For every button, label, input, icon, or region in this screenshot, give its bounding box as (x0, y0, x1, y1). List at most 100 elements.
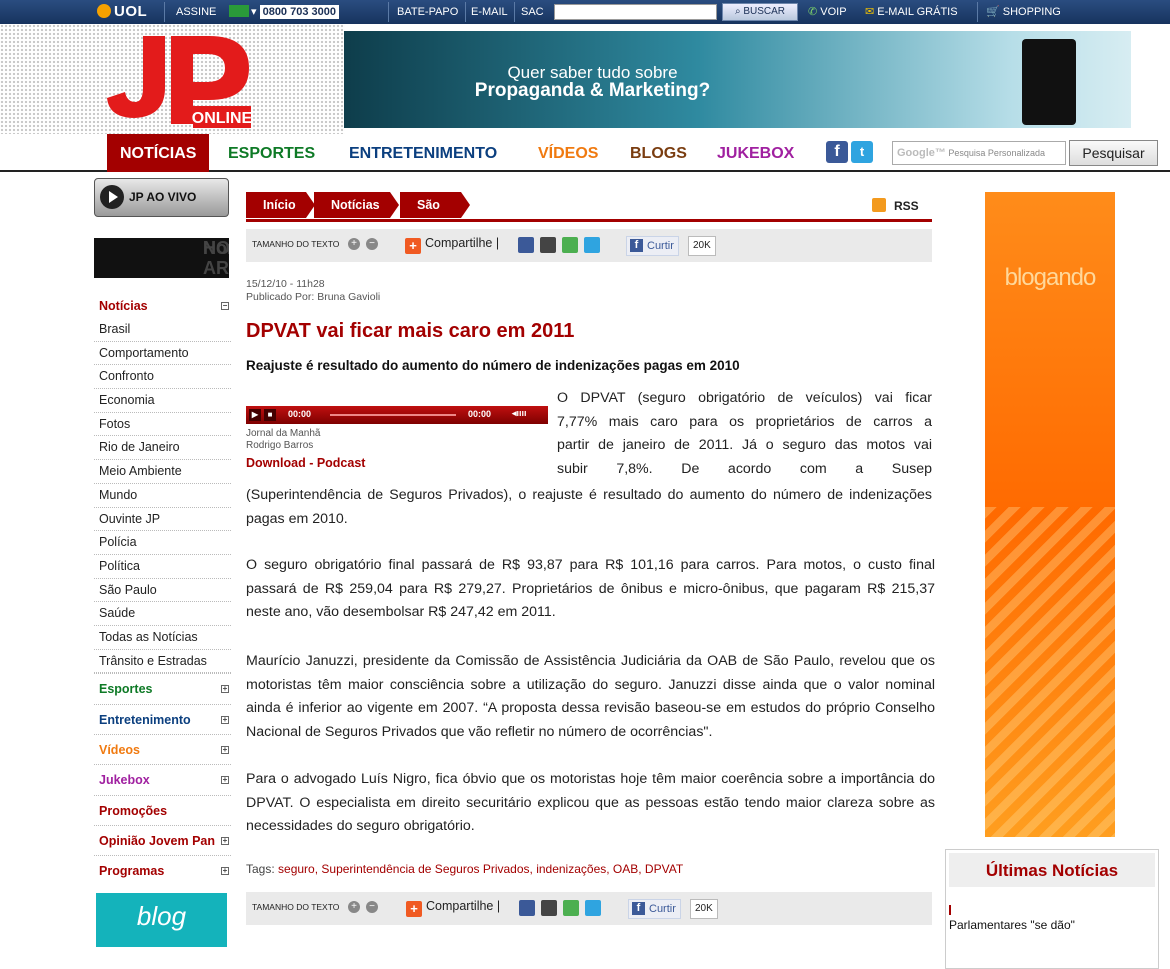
download-podcast-link[interactable]: Download - Podcast (246, 456, 365, 470)
sidebar-item[interactable]: Mundo (94, 484, 231, 508)
separator (977, 2, 978, 22)
pesquisar-button[interactable]: Pesquisar (1069, 140, 1158, 166)
orkut-share-icon[interactable] (562, 237, 578, 253)
tab-noticias[interactable]: NOTÍCIAS (107, 134, 210, 172)
news-item[interactable]: Parlamentares "se dão" (949, 918, 1154, 933)
assine-link[interactable]: ASSINE (176, 0, 216, 24)
decrease-text-icon[interactable]: − (366, 238, 378, 250)
sidebar-item[interactable]: Economia (94, 389, 231, 413)
sidebar-item[interactable]: Comportamento (94, 342, 231, 366)
article-toolbar-top: TAMANHO DO TEXTO + − +Compartilhe | Curt… (246, 229, 932, 262)
sidebar-item[interactable]: Saúde (94, 602, 231, 626)
sidebar-item[interactable]: Brasil (94, 318, 231, 342)
facebook-share-icon[interactable] (519, 900, 535, 916)
expand-icon[interactable]: + (221, 836, 229, 845)
jp-ao-vivo-button[interactable]: JP AO VIVO (94, 178, 229, 217)
curtir-button[interactable]: Curtir (626, 236, 679, 256)
twitter-share-icon[interactable] (584, 237, 600, 253)
sidebar-item[interactable]: Polícia (94, 531, 231, 555)
share-button[interactable]: + Compartilhe | (405, 236, 499, 254)
sidebar-section[interactable]: Vídeos + (94, 733, 231, 764)
keyboard-image (985, 507, 1115, 837)
sidebar-section[interactable]: Jukebox + (94, 764, 231, 794)
blogando-ad[interactable]: blogando (985, 192, 1115, 837)
tab-videos[interactable]: VÍDEOS (538, 134, 598, 172)
sidebar-section[interactable]: Entretenimento + (94, 703, 231, 734)
advertising-banner[interactable]: Quer saber tudo sobre Propaganda & Marke… (344, 31, 1131, 128)
sac-link[interactable]: SAC (521, 0, 544, 24)
tab-blogs[interactable]: BLOGS (630, 134, 687, 172)
sidebar-item[interactable]: Rio de Janeiro (94, 436, 231, 461)
increase-text-icon[interactable]: + (348, 238, 360, 250)
player-progress-bar[interactable] (330, 414, 456, 416)
buscar-button[interactable]: ⌕ BUSCAR (722, 3, 798, 21)
sidebar-item[interactable]: Trânsito e Estradas (94, 650, 231, 674)
jovem-pan-logo[interactable]: ONLINE (105, 28, 255, 130)
sidebar-item[interactable]: Fotos (94, 413, 231, 437)
google-search-input[interactable]: Google™ Pesquisa Personalizada (892, 141, 1066, 165)
sidebar-section[interactable]: Esportes + (94, 673, 231, 703)
breadcrumb-sao-paulo[interactable]: São Paulo (400, 192, 471, 238)
facebook-icon[interactable]: f (826, 141, 848, 163)
play-icon[interactable]: ▶ (249, 409, 261, 421)
podcast-reporter: Rodrigo Barros (246, 440, 314, 451)
tag-links[interactable]: seguro, Superintendência de Seguros Priv… (278, 862, 683, 876)
voip-link[interactable]: ✆ VOIP (808, 0, 847, 24)
tab-entretenimento[interactable]: ENTRETENIMENTO (349, 134, 497, 172)
like-count: 20K (688, 236, 716, 256)
myspace-share-icon[interactable] (540, 237, 556, 253)
hora-de-noticia-banner[interactable]: Hora de NotíciaNOAR (94, 238, 229, 278)
sidebar-header-noticias[interactable]: Notícias − (94, 294, 231, 318)
orkut-share-icon[interactable] (563, 900, 579, 916)
paragraph-1-continued: (Superintendência de Seguros Privados), … (246, 487, 932, 527)
blog-promo-box[interactable]: blog (96, 893, 227, 947)
breadcrumb-inicio[interactable]: Início (246, 192, 315, 218)
tab-esportes[interactable]: ESPORTES (228, 134, 315, 172)
audio-player[interactable]: ▶ ■ 00:00 00:00 ◂ıııı (246, 406, 548, 424)
tab-jukebox[interactable]: JUKEBOX (717, 134, 794, 172)
sidebar-item[interactable]: Todas as Notícias (94, 626, 231, 650)
email-link[interactable]: E-MAIL (471, 0, 508, 24)
text-size-label: TAMANHO DO TEXTO (252, 239, 340, 249)
twitter-share-icon[interactable] (585, 900, 601, 916)
uol-search-input[interactable] (554, 4, 717, 20)
google-logo: Google™ (897, 147, 946, 159)
sidebar-item[interactable]: Política (94, 555, 231, 579)
share-button[interactable]: + Compartilhe | (406, 899, 500, 917)
expand-icon[interactable]: + (221, 685, 229, 694)
phone-box[interactable]: ▾ 0800 703 3000 (229, 0, 339, 24)
sidebar-item[interactable]: Ouvinte JP (94, 508, 231, 532)
site-header: ONLINE Quer saber tudo sobre Propaganda … (0, 24, 1170, 134)
twitter-icon[interactable]: t (851, 141, 873, 163)
collapse-icon[interactable]: − (221, 302, 229, 310)
decrease-text-icon[interactable]: − (366, 901, 378, 913)
bate-papo-link[interactable]: BATE-PAPO (397, 0, 458, 24)
article-meta: 15/12/10 - 11h28 Publicado Por: Bruna Ga… (246, 278, 380, 304)
facebook-share-icon[interactable] (518, 237, 534, 253)
sidebar-item[interactable]: São Paulo (94, 579, 231, 603)
article-subtitle: Reajuste é resultado do aumento do númer… (246, 358, 740, 373)
paragraph-2: O seguro obrigatório final passará de R$… (246, 557, 935, 620)
shopping-link[interactable]: 🛒 SHOPPING (986, 0, 1061, 24)
expand-icon[interactable]: + (221, 745, 229, 754)
sidebar-item[interactable]: Meio Ambiente (94, 460, 231, 484)
sidebar-section[interactable]: Opinião Jovem Pan + (94, 824, 231, 855)
increase-text-icon[interactable]: + (348, 901, 360, 913)
expand-icon[interactable]: + (221, 776, 229, 785)
volume-icon[interactable]: ◂ıııı (512, 408, 527, 419)
sidebar-section[interactable]: Programas + (94, 855, 231, 885)
rss-link[interactable]: RSS (872, 198, 919, 213)
myspace-share-icon[interactable] (541, 900, 557, 916)
sidebar-section[interactable]: Promoções (94, 794, 231, 825)
sidebar-item[interactable]: Confronto (94, 365, 231, 390)
curtir-button[interactable]: Curtir (628, 899, 681, 919)
phone-icon: ✆ (808, 6, 818, 18)
email-gratis-link[interactable]: ✉ E-MAIL GRÁTIS (865, 0, 958, 24)
expand-icon[interactable]: + (221, 715, 229, 724)
sidebar-news-list: Brasil Comportamento Confronto Economia Foto… (94, 318, 231, 674)
expand-icon[interactable]: + (221, 867, 229, 876)
ultimas-noticias-box: Últimas Notícias Parlamentares "se dão" (945, 849, 1159, 969)
breadcrumb-noticias[interactable]: Notícias (314, 192, 399, 218)
stop-icon[interactable]: ■ (264, 409, 276, 421)
uol-logo[interactable]: UOL (97, 0, 147, 24)
